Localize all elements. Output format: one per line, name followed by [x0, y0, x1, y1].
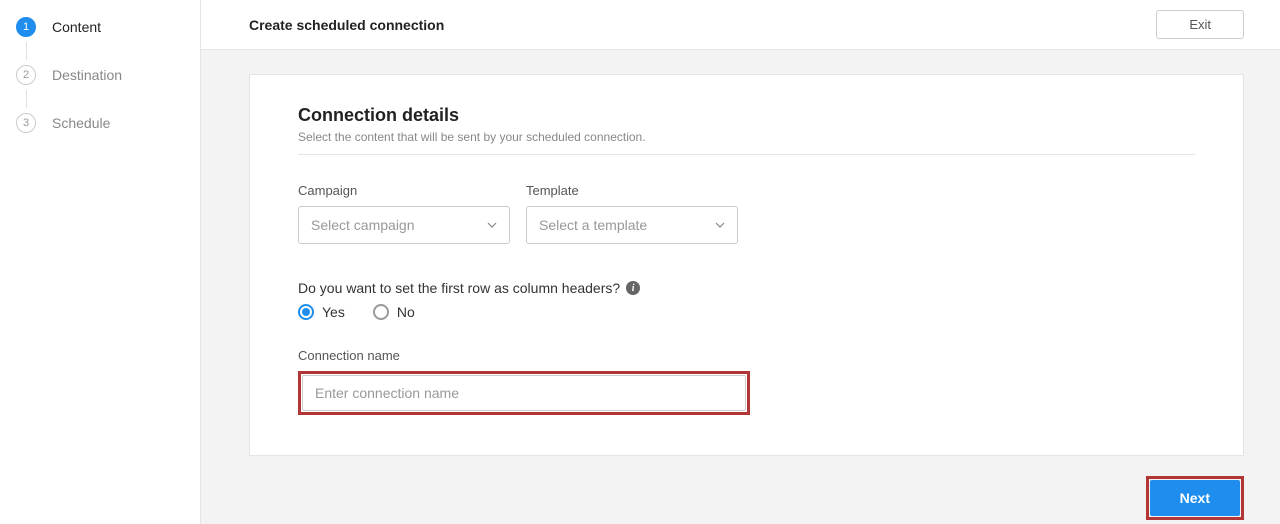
chevron-down-icon [715, 220, 725, 230]
step-number: 3 [16, 113, 36, 133]
next-button-highlight: Next [1146, 476, 1244, 520]
step-connector [26, 42, 27, 60]
template-placeholder: Select a template [539, 217, 647, 233]
question-text: Do you want to set the first row as colu… [298, 280, 620, 296]
radio-yes-label: Yes [322, 304, 345, 320]
section-title: Connection details [298, 105, 1195, 126]
page-title: Create scheduled connection [249, 17, 444, 33]
wizard-sidebar: 1 Content 2 Destination 3 Schedule [0, 0, 200, 524]
content-area: Connection details Select the content th… [201, 50, 1280, 524]
template-field: Template Select a template [526, 183, 738, 244]
page-header: Create scheduled connection Exit [201, 0, 1280, 50]
connection-name-highlight [298, 371, 750, 415]
campaign-field: Campaign Select campaign [298, 183, 510, 244]
section-subtitle: Select the content that will be sent by … [298, 130, 1195, 155]
step-content[interactable]: 1 Content [16, 12, 184, 42]
details-card: Connection details Select the content th… [249, 74, 1244, 456]
campaign-label: Campaign [298, 183, 510, 198]
step-connector [26, 90, 27, 108]
template-select[interactable]: Select a template [526, 206, 738, 244]
step-destination[interactable]: 2 Destination [16, 60, 184, 90]
next-button[interactable]: Next [1150, 480, 1240, 516]
template-label: Template [526, 183, 738, 198]
connection-name-field: Connection name [298, 348, 1195, 415]
radio-circle [373, 304, 389, 320]
step-label: Schedule [52, 115, 110, 131]
campaign-placeholder: Select campaign [311, 217, 415, 233]
radio-no[interactable]: No [373, 304, 415, 320]
step-number: 2 [16, 65, 36, 85]
step-number: 1 [16, 17, 36, 37]
exit-button[interactable]: Exit [1156, 10, 1244, 39]
header-row-question: Do you want to set the first row as colu… [298, 280, 1195, 296]
radio-no-label: No [397, 304, 415, 320]
radio-dot [302, 308, 310, 316]
step-schedule[interactable]: 3 Schedule [16, 108, 184, 138]
chevron-down-icon [487, 220, 497, 230]
step-label: Destination [52, 67, 122, 83]
radio-circle [298, 304, 314, 320]
connection-name-input[interactable] [302, 375, 746, 411]
connection-name-label: Connection name [298, 348, 1195, 363]
radio-yes[interactable]: Yes [298, 304, 345, 320]
info-icon[interactable]: i [626, 281, 640, 295]
step-label: Content [52, 19, 101, 35]
campaign-select[interactable]: Select campaign [298, 206, 510, 244]
